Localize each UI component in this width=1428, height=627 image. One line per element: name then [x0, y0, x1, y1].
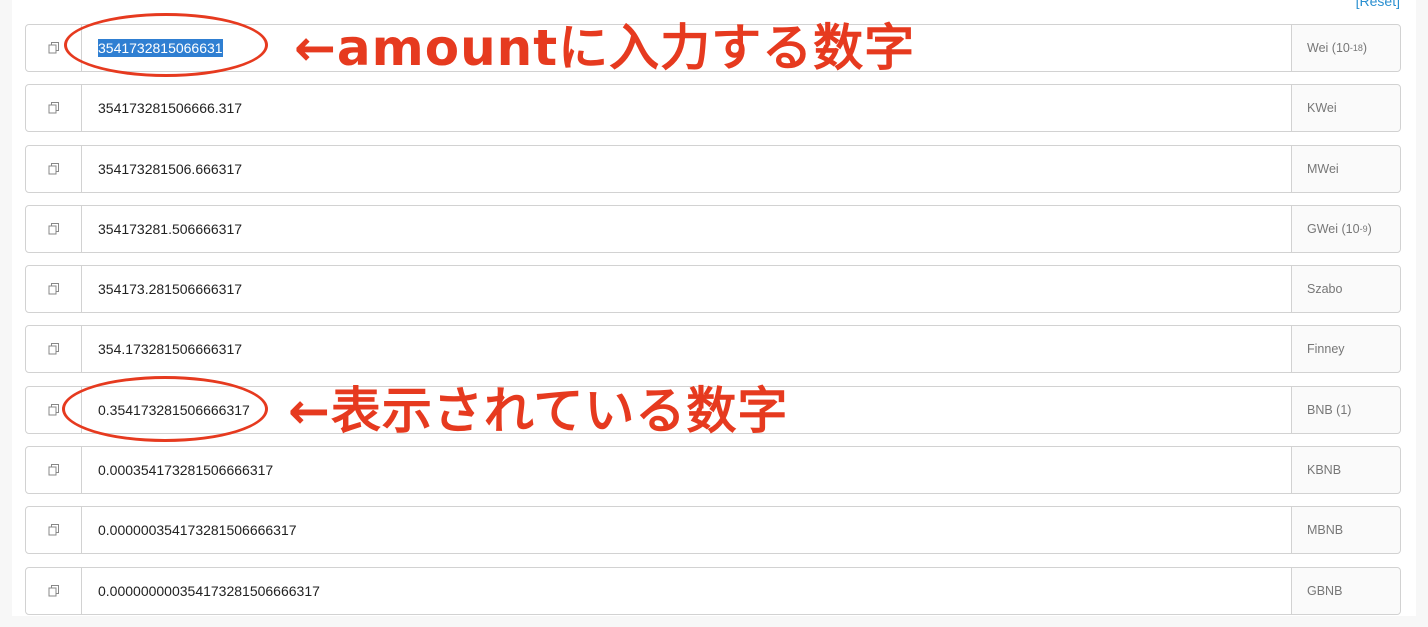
unit-label-base: Wei [1307, 41, 1329, 55]
copy-icon [48, 403, 60, 416]
unit-exponent: -9 [1359, 223, 1368, 234]
annotation-top: ←amountに入力する数字 [294, 19, 916, 77]
unit-label-wei: Wei (10 -18) [1291, 25, 1400, 71]
copy-button[interactable] [26, 567, 82, 614]
value-input-kwei[interactable]: 354173281506666.317 [82, 85, 1291, 131]
value-input-mwei[interactable]: 354173281506.666317 [82, 146, 1291, 192]
unit-label-gwei: GWei (10 -9) [1291, 205, 1400, 252]
value-input-mbnb[interactable]: 0.000000354173281506666317 [82, 507, 1291, 553]
copy-icon [48, 162, 60, 175]
unit-label-gbnb: GBNB [1291, 567, 1400, 614]
unit-label-finney: Finney [1291, 326, 1400, 373]
unit-row-kwei: 354173281506666.317 KWei [25, 84, 1401, 133]
unit-row-szabo: 354173.281506666317 Szabo [25, 265, 1401, 314]
unit-exponent: -18 [1349, 43, 1363, 53]
value-input-finney[interactable]: 354.173281506666317 [82, 326, 1291, 372]
reset-link[interactable]: [Reset] [1356, 0, 1400, 9]
copy-button[interactable] [26, 205, 82, 252]
copy-button[interactable] [26, 145, 82, 192]
unit-label-base: GWei [1307, 221, 1339, 236]
unit-rows: 3541732815066631 Wei (10 -18) 35417328150… [25, 24, 1401, 627]
unit-label-mbnb: MBNB [1291, 507, 1400, 554]
unit-row-mbnb: 0.000000354173281506666317 MBNB [25, 506, 1401, 555]
unit-label-kwei: KWei [1291, 85, 1400, 132]
copy-icon [48, 283, 60, 295]
copy-icon [48, 584, 60, 597]
copy-icon [48, 222, 60, 235]
unit-label-mwei: MWei [1291, 145, 1400, 192]
unit-row-kbnb: 0.000354173281506666317 KBNB [25, 446, 1401, 495]
unit-row-gbnb: 0.000000000354173281506666317 GBNB [25, 566, 1401, 615]
unit-suffix: ) [1362, 41, 1368, 55]
value-input-szabo[interactable]: 354173.281506666317 [82, 266, 1291, 312]
unit-row-finney: 354.173281506666317 Finney [25, 325, 1401, 374]
annotation-bottom: ←表示されている数字 [288, 382, 789, 440]
copy-button[interactable] [26, 85, 82, 132]
unit-row-mwei: 354173281506.666317 MWei [25, 144, 1401, 193]
copy-button[interactable] [26, 326, 82, 373]
copy-button[interactable] [26, 447, 82, 494]
copy-icon [48, 102, 60, 114]
copy-icon [48, 343, 60, 355]
copy-button[interactable] [26, 25, 82, 71]
selected-value-text: 3541732815066631 [98, 39, 223, 57]
unit-label-kbnb: KBNB [1291, 447, 1400, 494]
copy-icon [48, 524, 60, 536]
copy-button[interactable] [26, 507, 82, 554]
unit-label-bnb: BNB (1) [1291, 386, 1400, 433]
copy-icon [48, 464, 60, 476]
copy-button[interactable] [26, 266, 82, 313]
copy-button[interactable] [26, 386, 82, 433]
value-input-gwei[interactable]: 354173281.506666317 [82, 206, 1291, 252]
unit-suffix: ) [1367, 221, 1372, 236]
value-input-gbnb[interactable]: 0.000000000354173281506666317 [82, 568, 1291, 614]
unit-label-szabo: Szabo [1291, 266, 1400, 313]
copy-icon [48, 42, 60, 54]
value-input-kbnb[interactable]: 0.000354173281506666317 [82, 447, 1291, 493]
unit-row-gwei: 354173281.506666317 GWei (10 -9) [25, 204, 1401, 253]
